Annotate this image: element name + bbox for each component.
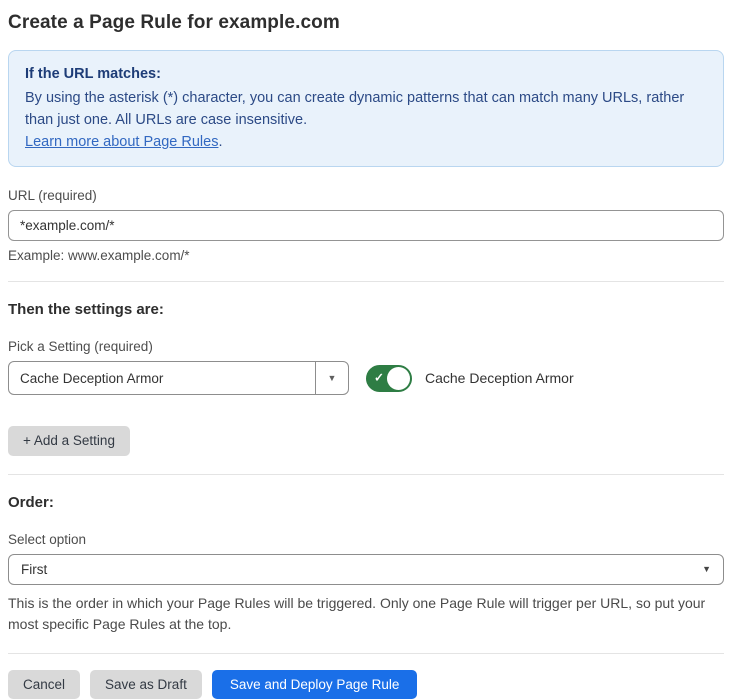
create-page-rule-form: Create a Page Rule for example.com If th…: [0, 0, 750, 679]
footer-actions: Cancel Save as Draft Save and Deploy Pag…: [8, 670, 724, 699]
page-title: Create a Page Rule for example.com: [8, 12, 724, 34]
divider: [8, 653, 724, 654]
divider: [8, 474, 724, 475]
learn-more-link[interactable]: Learn more about Page Rules: [25, 134, 218, 150]
order-section-heading: Order:: [8, 494, 724, 511]
url-example-helper: Example: www.example.com/*: [8, 248, 724, 263]
cancel-button[interactable]: Cancel: [8, 670, 80, 699]
settings-section-heading: Then the settings are:: [8, 301, 724, 318]
save-as-draft-button[interactable]: Save as Draft: [90, 670, 202, 699]
chevron-down-icon: ▼: [328, 374, 337, 383]
url-match-info-banner: If the URL matches: By using the asteris…: [8, 50, 724, 167]
setting-row: Cache Deception Armor ▼ ✓ Cache Deceptio…: [8, 361, 724, 395]
check-icon: ✓: [374, 371, 384, 385]
order-select-label: Select option: [8, 532, 724, 547]
setting-dropdown-value: Cache Deception Armor: [9, 362, 315, 394]
info-banner-body: By using the asterisk (*) character, you…: [25, 87, 707, 131]
toggle-setting-label: Cache Deception Armor: [425, 370, 574, 386]
add-setting-button[interactable]: + Add a Setting: [8, 426, 130, 456]
toggle-knob: [387, 367, 410, 390]
link-period: .: [218, 134, 222, 150]
url-input[interactable]: [8, 210, 724, 241]
pick-setting-label: Pick a Setting (required): [8, 339, 724, 354]
setting-dropdown-arrow-button[interactable]: ▼: [315, 362, 348, 394]
chevron-down-icon: ▼: [702, 565, 711, 574]
cache-deception-armor-toggle[interactable]: ✓: [366, 365, 412, 392]
order-select-value: First: [21, 562, 47, 577]
url-field-label: URL (required): [8, 188, 724, 203]
order-select[interactable]: First ▼: [8, 554, 724, 585]
order-helper-text: This is the order in which your Page Rul…: [8, 593, 724, 635]
divider: [8, 281, 724, 282]
info-banner-heading: If the URL matches:: [25, 63, 707, 85]
setting-dropdown[interactable]: Cache Deception Armor ▼: [8, 361, 349, 395]
info-banner-link-line: Learn more about Page Rules.: [25, 131, 707, 153]
save-and-deploy-button[interactable]: Save and Deploy Page Rule: [212, 670, 418, 699]
